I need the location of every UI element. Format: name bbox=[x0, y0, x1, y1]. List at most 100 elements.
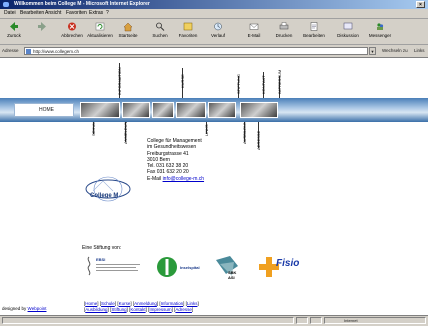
discuss-label: Diskussion bbox=[337, 33, 359, 38]
address-label: Adresse bbox=[2, 48, 19, 53]
nav-photo-6[interactable] bbox=[240, 102, 278, 118]
ie-logo-icon bbox=[3, 2, 9, 7]
sponsor-inselspital[interactable]: Inselspital bbox=[156, 256, 206, 278]
sponsor-sbk-asi-name: SBK ASI bbox=[228, 270, 237, 280]
home-button[interactable]: Startseite bbox=[114, 21, 142, 38]
forward-arrow-icon bbox=[38, 22, 46, 31]
footer-link-ausbildung[interactable]: Ausbildung bbox=[85, 307, 107, 312]
sponsor-ebsi-text-line bbox=[96, 270, 138, 271]
nav-link-schule[interactable]: SCHULE bbox=[91, 120, 96, 136]
messenger-label: Messenger bbox=[368, 33, 392, 38]
edit-button[interactable]: Bearbeiten bbox=[300, 21, 328, 38]
home-icon bbox=[123, 22, 133, 32]
footer-link-impressum[interactable]: Impressum bbox=[149, 307, 171, 312]
nav-photo-5[interactable] bbox=[208, 102, 236, 118]
back-button[interactable]: Zurück bbox=[0, 21, 28, 38]
search-icon bbox=[156, 22, 165, 31]
refresh-label: Aktualisieren bbox=[87, 33, 113, 38]
sponsor-ebsi-text-line bbox=[96, 264, 140, 265]
discuss-button[interactable]: Diskussion bbox=[334, 21, 362, 38]
refresh-button[interactable]: Aktualisieren bbox=[86, 21, 114, 38]
footer-link-schule[interactable]: Schule bbox=[101, 301, 115, 306]
logo-text: College M bbox=[90, 193, 119, 199]
credit-link[interactable]: Webpoint bbox=[28, 306, 47, 311]
nav-link-information[interactable]: INFORMATION bbox=[117, 67, 122, 95]
nav-link-anmeldung[interactable]: ANMELDUNG bbox=[123, 118, 128, 144]
footer-link-links[interactable]: Links bbox=[187, 301, 198, 306]
menu-datei[interactable]: Datei bbox=[4, 10, 16, 16]
nav-banner: HOME bbox=[0, 98, 428, 122]
favorites-label: Favoriten bbox=[178, 33, 198, 38]
menu-favoriten[interactable]: Favoriten bbox=[66, 10, 87, 16]
footer-link-home[interactable]: Home bbox=[85, 301, 97, 306]
toolbar: Zurück Abbrechen Aktualisieren Startseit… bbox=[0, 19, 428, 45]
mail-button[interactable]: E-Mail bbox=[240, 21, 268, 38]
nav-link-stiftung[interactable]: STIFTUNG bbox=[236, 74, 241, 94]
contact-email-row: E-Mail info@college-m.ch bbox=[147, 176, 204, 182]
footer-link-stiftung[interactable]: Stiftung bbox=[111, 307, 126, 312]
nav-link-impressum[interactable]: IMPRESSUM bbox=[277, 70, 282, 94]
menu-bar: Datei Bearbeiten Ansicht Favoriten Extra… bbox=[0, 9, 428, 19]
status-zone-pane bbox=[324, 317, 426, 324]
status-pane bbox=[296, 317, 308, 324]
college-m-logo bbox=[85, 176, 131, 202]
home-nav-button[interactable]: HOME bbox=[14, 103, 74, 117]
close-button[interactable]: × bbox=[416, 1, 425, 8]
sponsor-ebsi[interactable]: EBSI bbox=[84, 256, 144, 278]
mail-label: E-Mail bbox=[247, 33, 261, 38]
nav-link-links[interactable]: LINKS bbox=[204, 124, 209, 136]
sponsor-ebsi-name: EBSI bbox=[96, 257, 106, 262]
email-link[interactable]: info@college-m.ch bbox=[163, 176, 204, 182]
favorites-button[interactable]: Favoriten bbox=[174, 21, 202, 38]
menu-extras[interactable]: Extras bbox=[89, 10, 103, 16]
footer-link-kurse[interactable]: Kurse bbox=[119, 301, 131, 306]
sponsor-fisio[interactable]: Fisio bbox=[258, 254, 302, 280]
footer-link-information[interactable]: Information bbox=[161, 301, 184, 306]
footer-link-kontakt[interactable]: Kontakt bbox=[130, 307, 145, 312]
history-button[interactable]: Verlauf bbox=[204, 21, 232, 38]
stop-icon bbox=[68, 22, 76, 31]
status-bar: Internet bbox=[0, 315, 428, 326]
messenger-button[interactable]: Messenger bbox=[366, 21, 394, 38]
search-button[interactable]: Suchen bbox=[146, 21, 174, 38]
designer-credit: designed by Webpoint bbox=[2, 306, 46, 311]
stiftung-heading: Eine Stiftung von: bbox=[82, 245, 122, 251]
nav-photo-4[interactable] bbox=[176, 102, 206, 118]
contact-block: College für Management im Gesundheitswes… bbox=[147, 138, 204, 182]
edit-label: Bearbeiten bbox=[303, 33, 325, 38]
back-arrow-icon bbox=[10, 22, 18, 31]
menu-bearbeiten[interactable]: Bearbeiten bbox=[20, 10, 44, 16]
history-icon bbox=[214, 22, 222, 31]
nav-link-adresse[interactable]: ADRESSE bbox=[256, 131, 261, 150]
address-url: http://www.collegem.ch bbox=[33, 49, 80, 54]
nav-photo-3[interactable] bbox=[152, 102, 174, 118]
messenger-icon bbox=[377, 23, 384, 30]
stop-button[interactable]: Abbrechen bbox=[58, 21, 86, 38]
menu-ansicht[interactable]: Ansicht bbox=[45, 10, 61, 16]
favorites-icon bbox=[183, 22, 193, 31]
address-dropdown-button[interactable]: ▼ bbox=[369, 47, 376, 55]
print-icon bbox=[279, 22, 289, 30]
status-zone: Internet bbox=[344, 318, 358, 323]
back-label: Zurück bbox=[7, 33, 21, 38]
forward-button[interactable] bbox=[28, 21, 56, 33]
footer-link-adresse[interactable]: Adresse bbox=[175, 307, 192, 312]
links-button[interactable]: Links bbox=[414, 48, 425, 53]
print-button[interactable]: Drucken bbox=[270, 21, 298, 38]
mail-icon bbox=[249, 23, 259, 30]
menu-help[interactable]: ? bbox=[106, 10, 109, 16]
print-label: Drucken bbox=[275, 33, 293, 38]
nav-link-kontakt[interactable]: KONTAKT bbox=[261, 75, 266, 94]
status-text-pane bbox=[2, 317, 294, 324]
nav-photo-2[interactable] bbox=[122, 102, 150, 118]
sponsor-sbk-asi[interactable]: SBK ASI bbox=[214, 254, 242, 282]
refresh-icon bbox=[95, 22, 105, 31]
email-label: E-Mail bbox=[147, 175, 162, 182]
nav-photo-1[interactable] bbox=[80, 102, 120, 118]
footer-link-anmeldung[interactable]: Anmeldung bbox=[134, 301, 157, 306]
go-button[interactable]: Wechseln zu bbox=[382, 48, 408, 53]
sponsor-ebsi-text-line bbox=[96, 267, 136, 268]
address-input[interactable]: http://www.collegem.ch bbox=[24, 47, 368, 55]
history-label: Verlauf bbox=[210, 33, 225, 38]
nav-link-kurse[interactable]: KURSE bbox=[180, 74, 185, 88]
